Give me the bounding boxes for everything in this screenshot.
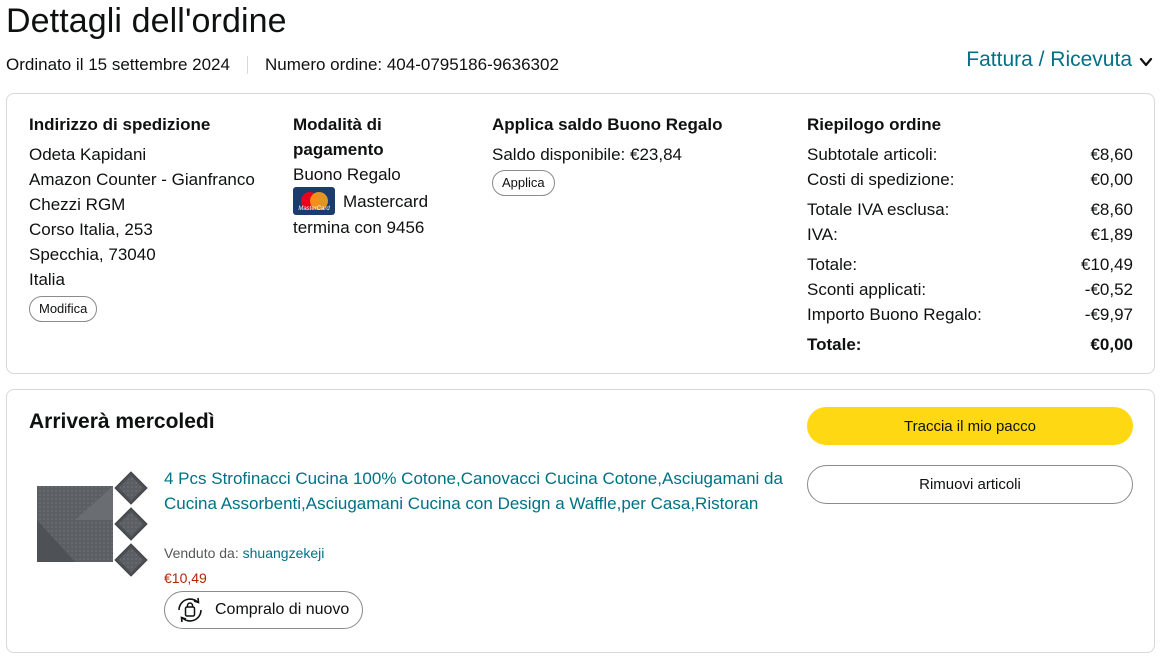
apply-gift-balance-button[interactable]: Applica	[492, 170, 555, 196]
gift-balance-heading: Applica saldo Buono Regalo	[492, 115, 723, 134]
order-meta: Ordinato il 15 settembre 2024 Numero ord…	[6, 55, 559, 75]
invoice-dropdown[interactable]: Fattura / Ricevuta	[966, 48, 1154, 72]
card-brand: Mastercard	[343, 191, 429, 211]
summary-label: Totale:	[807, 255, 858, 274]
card-ending: termina con 9456	[293, 218, 425, 237]
address-line: Italia	[29, 270, 65, 289]
page-title: Dettagli dell'ordine	[6, 2, 287, 40]
summary-label: Subtotale articoli:	[807, 145, 938, 164]
shipping-heading: Indirizzo di spedizione	[29, 115, 211, 134]
gift-balance-section: Applica saldo Buono Regalo Saldo disponi…	[492, 112, 772, 196]
order-number: Numero ordine: 404-0795186-9636302	[264, 55, 559, 74]
address-line: Specchia, 73040	[29, 245, 156, 264]
gift-balance-available: Saldo disponibile: €23,84	[492, 145, 682, 164]
buy-again-label: Compralo di nuovo	[215, 601, 350, 618]
summary-heading: Riepilogo ordine	[807, 115, 942, 134]
summary-row: Totale: €10,49	[807, 252, 1133, 277]
summary-value: €8,60	[1090, 145, 1133, 164]
address-line: Corso Italia, 253	[29, 220, 153, 239]
shipment-card: Arriverà mercoledì 4 Pcs Strofinacci Cuc…	[6, 389, 1155, 653]
summary-row: Sconti applicati: -€0,52	[807, 277, 1133, 302]
card-method: MasterCard Mastercard	[293, 187, 453, 215]
shipping-address-section: Indirizzo di spedizione Odeta Kapidani A…	[29, 112, 279, 322]
summary-label: Importo Buono Regalo:	[807, 305, 982, 324]
summary-label: Costi di spedizione:	[807, 170, 955, 189]
item-price: €10,49	[164, 570, 207, 586]
product-title-link[interactable]: 4 Pcs Strofinacci Cucina 100% Cotone,Can…	[164, 466, 784, 516]
gift-card-method: Buono Regalo	[293, 165, 401, 184]
summary-value: -€9,97	[1084, 305, 1133, 324]
sold-by: Venduto da: shuangzekeji	[164, 545, 324, 561]
summary-label: IVA:	[807, 225, 838, 244]
summary-label: Totale:	[807, 335, 862, 354]
chevron-down-icon	[1139, 57, 1153, 66]
summary-label: Sconti applicati:	[807, 280, 927, 299]
arrival-heading: Arriverà mercoledì	[29, 410, 215, 433]
summary-row: IVA: €1,89	[807, 222, 1133, 247]
address-line: Amazon Counter - Gianfranco	[29, 170, 255, 189]
order-date: Ordinato il 15 settembre 2024	[6, 55, 230, 74]
summary-total-row: Totale: €0,00	[807, 332, 1133, 357]
order-info-card: Indirizzo di spedizione Odeta Kapidani A…	[6, 93, 1155, 374]
summary-value: €1,89	[1090, 225, 1133, 244]
order-summary-section: Riepilogo ordine Subtotale articoli: €8,…	[807, 112, 1133, 357]
payment-heading: Modalità di pagamento	[293, 115, 384, 159]
edit-address-button[interactable]: Modifica	[29, 296, 98, 322]
summary-row: Costi di spedizione: €0,00	[807, 167, 1133, 192]
summary-value: -€0,52	[1084, 280, 1133, 299]
summary-value: €8,60	[1090, 200, 1133, 219]
address-line: Chezzi RGM	[29, 195, 126, 214]
product-image[interactable]	[35, 470, 149, 578]
remove-items-button[interactable]: Rimuovi articoli	[807, 465, 1133, 504]
payment-method-section: Modalità di pagamento Buono Regalo Maste…	[293, 112, 453, 240]
summary-row: Totale IVA esclusa: €8,60	[807, 197, 1133, 222]
invoice-link-label: Fattura / Ricevuta	[966, 48, 1132, 71]
buy-again-icon	[178, 597, 202, 623]
sold-by-label: Venduto da:	[164, 545, 243, 561]
address-line: Odeta Kapidani	[29, 145, 147, 164]
summary-value: €0,00	[1090, 335, 1133, 354]
summary-label: Totale IVA esclusa:	[807, 200, 950, 219]
meta-divider	[246, 56, 248, 74]
seller-link[interactable]: shuangzekeji	[243, 545, 325, 561]
summary-row: Importo Buono Regalo: -€9,97	[807, 302, 1133, 327]
track-package-button[interactable]: Traccia il mio pacco	[807, 407, 1133, 445]
summary-value: €10,49	[1081, 255, 1133, 274]
summary-value: €0,00	[1090, 170, 1133, 189]
mastercard-logo-icon: MasterCard	[293, 187, 335, 215]
buy-again-button[interactable]: Compralo di nuovo	[164, 591, 364, 629]
summary-row: Subtotale articoli: €8,60	[807, 142, 1133, 167]
